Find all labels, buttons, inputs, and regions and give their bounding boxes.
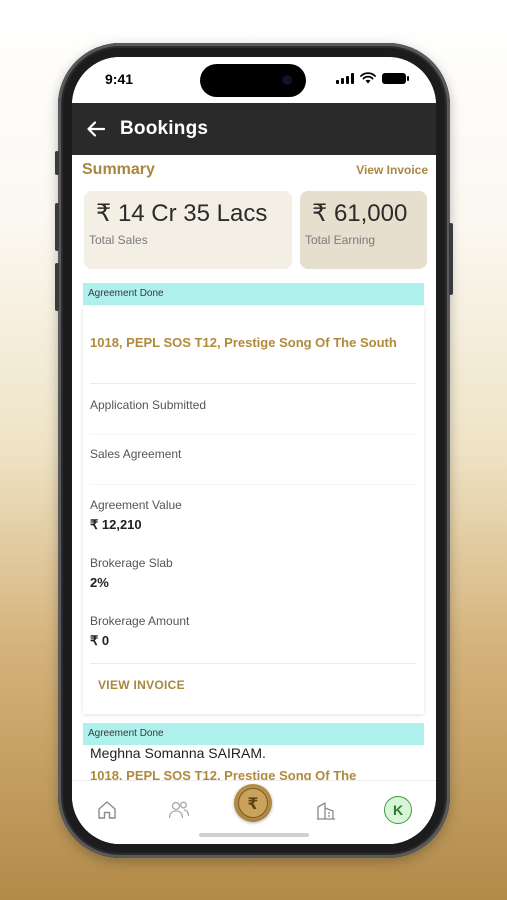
brokerage-slab-value: 2% [90,575,109,590]
agreement-value-label: Agreement Value [90,498,182,512]
home-indicator [199,833,309,837]
property-name[interactable]: 1018, PEPL SOS T12, Prestige Song Of The [90,767,400,780]
phone-screen: 9:41 Bookings Summary View Invoice ₹ 14 … [72,57,436,844]
home-icon[interactable] [90,793,124,827]
bottom-nav: ₹ K [72,780,436,844]
booking-status-text: Agreement Done [88,288,164,299]
building-icon[interactable] [309,793,343,827]
divider [90,663,416,664]
power-button [449,223,453,295]
back-arrow-icon[interactable] [86,119,106,139]
total-sales-label: Total Sales [89,233,148,247]
page-title: Bookings [120,118,209,139]
users-icon[interactable] [162,793,196,827]
cellular-signal-icon [336,72,354,84]
phone-frame: 9:41 Bookings Summary View Invoice ₹ 14 … [55,43,453,858]
booking-status-badge: Agreement Done [83,283,424,305]
profile-avatar[interactable]: K [381,793,415,827]
wifi-icon [360,72,376,84]
booking-status-text: Agreement Done [88,728,164,739]
brokerage-amount-label: Brokerage Amount [90,614,190,628]
summary-header: Summary View Invoice [82,160,428,180]
brokerage-amount-value: ₹ 0 [90,633,110,648]
total-earning-card: ₹ 61,000 Total Earning [300,191,427,269]
total-earning-value: ₹ 61,000 [312,200,408,227]
agreement-value: ₹ 12,210 [90,517,142,532]
dynamic-island [200,64,306,97]
booking-status-badge: Agreement Done [83,723,424,745]
avatar: K [384,796,412,824]
view-invoice-link[interactable]: View Invoice [356,163,428,177]
summary-title: Summary [82,161,155,178]
total-sales-card: ₹ 14 Cr 35 Lacs Total Sales [84,191,292,269]
total-earning-label: Total Earning [305,233,376,247]
status-bar: 9:41 [72,57,436,103]
divider [90,434,416,435]
booking-card[interactable]: 1018, PEPL SOS T12, Prestige Song Of The… [83,306,424,714]
total-sales-value: ₹ 14 Cr 35 Lacs [96,200,268,227]
volume-up-button [55,203,59,251]
volume-down-button [55,263,59,311]
customer-name: Meghna Somanna SAIRAM. [90,745,266,761]
bookings-content[interactable]: Summary View Invoice ₹ 14 Cr 35 Lacs Tot… [72,155,436,780]
view-invoice-button[interactable]: VIEW INVOICE [98,678,185,692]
battery-icon [382,72,409,84]
application-submitted-label: Application Submitted [90,398,207,412]
status-time: 9:41 [105,71,134,87]
silent-switch [55,151,59,175]
brokerage-slab-label: Brokerage Slab [90,556,173,570]
app-header: Bookings [72,103,436,155]
sales-agreement-label: Sales Agreement [90,447,182,461]
divider [90,484,416,485]
property-name[interactable]: 1018, PEPL SOS T12, Prestige Song Of The… [90,334,400,351]
divider [90,383,416,384]
rupee-icon[interactable]: ₹ [234,784,272,822]
